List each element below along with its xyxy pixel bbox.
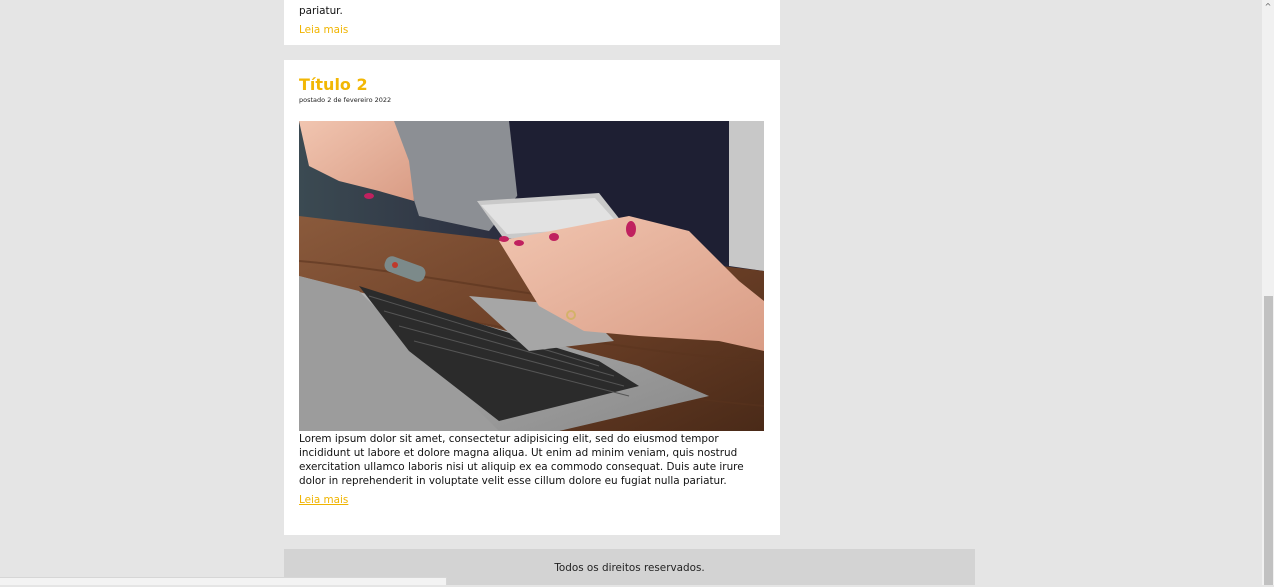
vertical-scrollbar[interactable]: ^ — [1262, 0, 1274, 585]
previous-post-read-more-link[interactable]: Leia mais — [299, 23, 348, 37]
blog-page: { "previous_post": { "text_tail": "paria… — [0, 0, 1274, 585]
previous-post-text: pariatur. — [299, 5, 343, 17]
chevron-up-icon[interactable]: ^ — [1262, 0, 1274, 14]
post-title[interactable]: Título 2 — [299, 75, 765, 95]
status-bar — [0, 577, 447, 585]
post-image — [299, 121, 764, 431]
post-body: Lorem ipsum dolor sit amet, consectetur … — [299, 433, 744, 487]
post-date: postado 2 de fevereiro 2022 — [299, 96, 392, 104]
post-read-more-link[interactable]: Leia mais — [299, 493, 348, 507]
previous-post-card: pariatur. Leia mais — [284, 0, 780, 45]
footer-copyright: Todos os direitos reservados. — [554, 562, 705, 574]
post-card: Título 2 postado 2 de fevereiro 2022 Lor… — [284, 60, 780, 535]
scrollbar-thumb[interactable] — [1264, 296, 1273, 585]
